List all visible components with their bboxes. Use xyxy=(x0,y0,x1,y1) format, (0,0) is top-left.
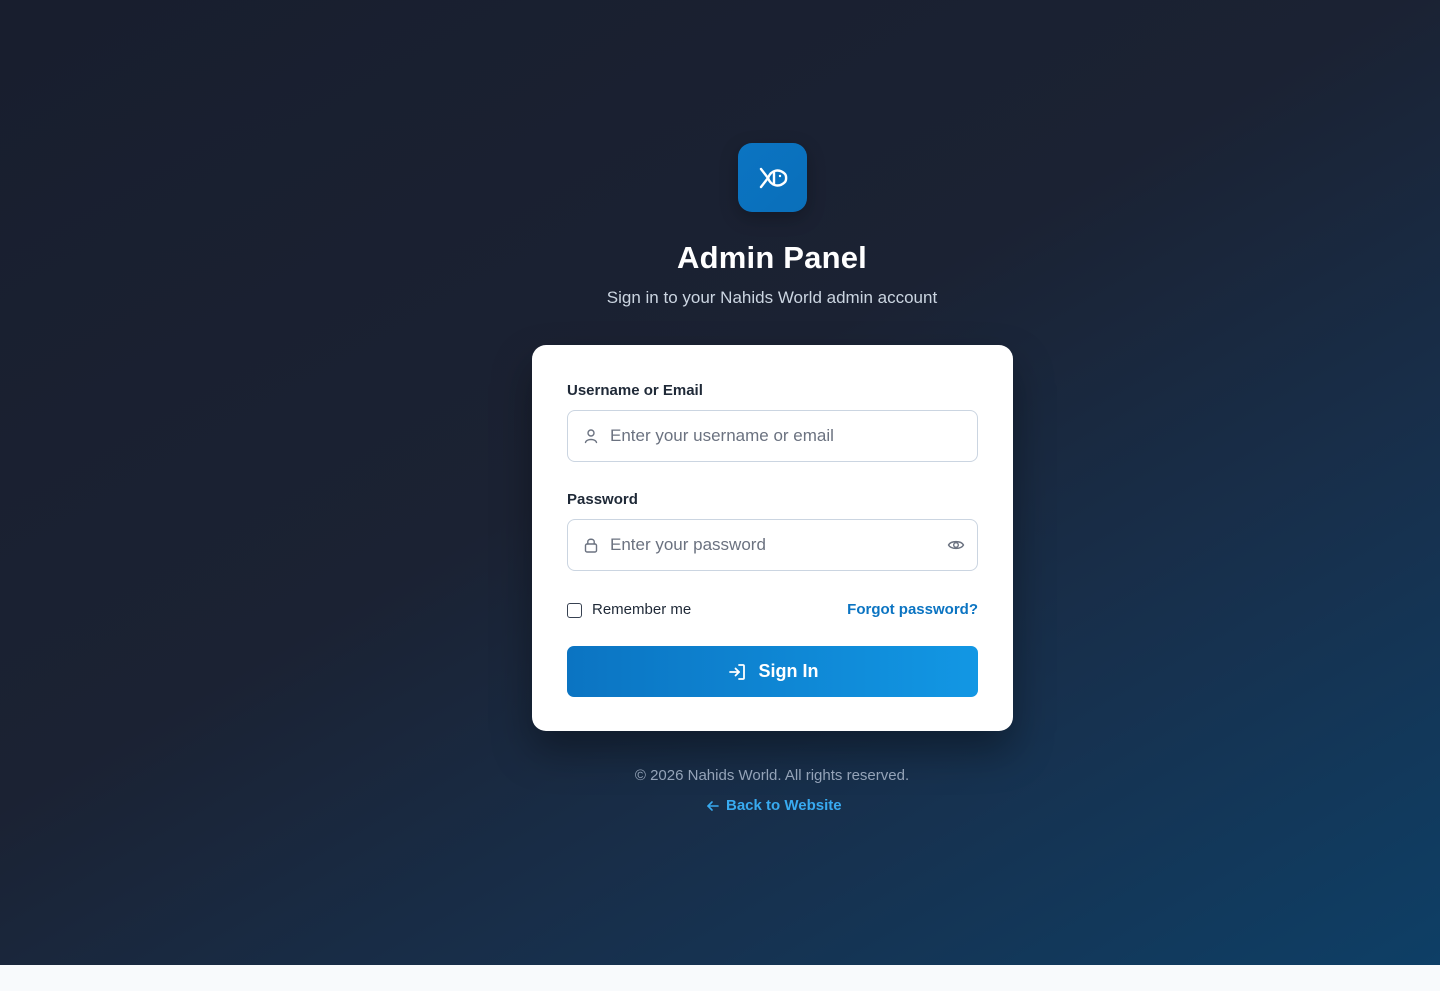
back-to-website-link[interactable]: Back to Website xyxy=(706,797,842,815)
lock-icon xyxy=(584,538,598,553)
back-to-website-label: Back to Website xyxy=(726,797,842,814)
sign-in-icon xyxy=(728,663,745,680)
username-label: Username or Email xyxy=(567,382,703,399)
password-field-wrapper xyxy=(567,519,978,571)
bottom-strip xyxy=(0,965,1440,991)
remember-me-checkbox[interactable] xyxy=(567,602,582,618)
forgot-password-link[interactable]: Forgot password? xyxy=(847,601,978,619)
brand-logo xyxy=(738,143,807,212)
username-field-wrapper xyxy=(567,410,978,462)
page-title: Admin Panel xyxy=(677,240,867,275)
fish-icon xyxy=(759,167,787,188)
eye-icon[interactable] xyxy=(947,536,965,554)
arrow-left-icon xyxy=(707,801,719,811)
footer-copyright: © 2026 Nahids World. All rights reserved… xyxy=(634,767,910,784)
page-subtitle: Sign in to your Nahids World admin accou… xyxy=(606,288,938,307)
remember-me-toggle[interactable]: Remember me xyxy=(567,601,691,619)
sign-in-label: Sign In xyxy=(758,661,819,681)
login-card: Username or Email Password Remember me F… xyxy=(532,345,1013,731)
sign-in-button[interactable]: Sign In xyxy=(567,646,978,697)
password-input[interactable] xyxy=(610,520,930,570)
password-label: Password xyxy=(567,491,638,508)
user-icon xyxy=(584,429,598,444)
username-input[interactable] xyxy=(610,411,930,461)
remember-me-label: Remember me xyxy=(592,601,692,618)
